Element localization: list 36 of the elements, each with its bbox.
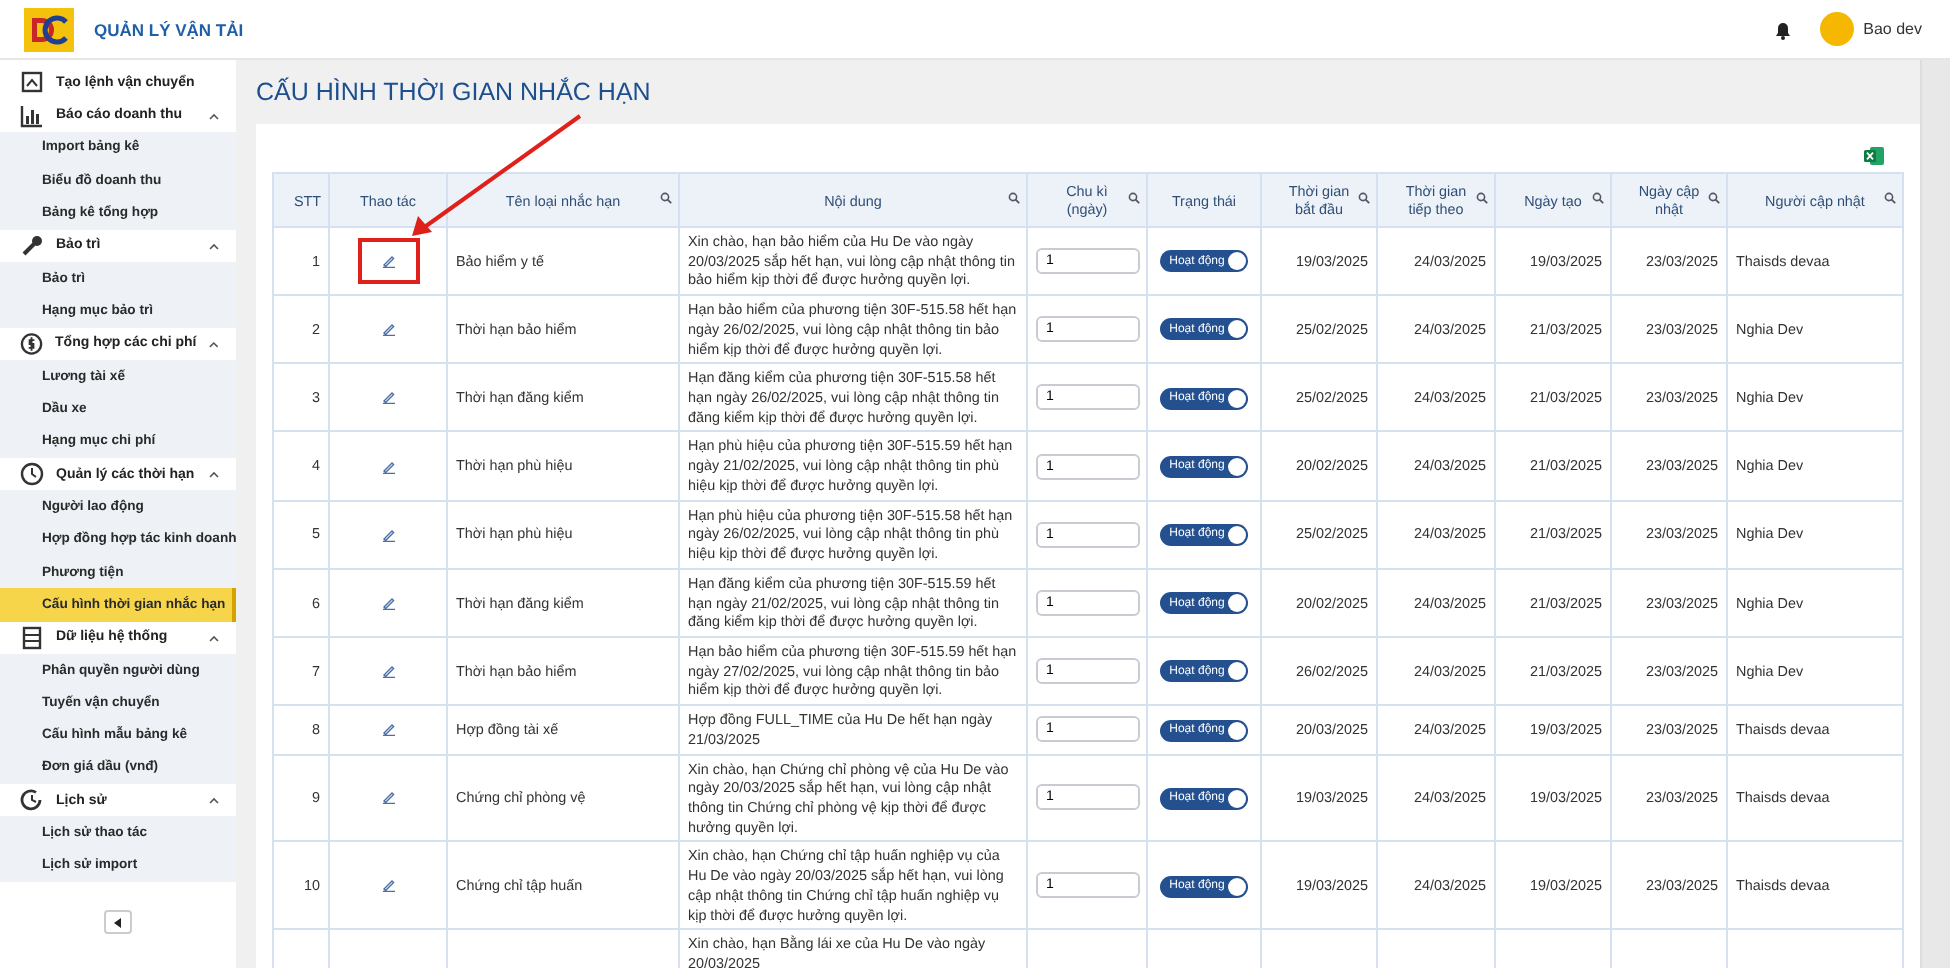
search-icon[interactable] xyxy=(1358,192,1370,204)
app-title: QUẢN LÝ VẬN TẢI xyxy=(94,19,244,39)
caret-icon xyxy=(114,917,122,928)
excel-icon[interactable] xyxy=(1864,146,1884,166)
pencil-icon xyxy=(381,527,395,542)
user-name: Bao dev xyxy=(1863,20,1922,38)
scrollbar[interactable] xyxy=(1920,60,1950,968)
pencil-icon xyxy=(381,722,395,737)
menu-icon xyxy=(20,788,44,813)
menu-icon xyxy=(20,103,44,128)
menu-icon xyxy=(20,233,44,258)
pencil-icon xyxy=(381,878,395,893)
pencil-icon xyxy=(381,390,395,405)
page-title: CẤU HÌNH THỜI GIAN NHẮC HẠN xyxy=(256,78,653,106)
menu-icon xyxy=(20,70,44,95)
pencil-icon xyxy=(381,254,395,269)
menu-icon xyxy=(20,331,44,356)
search-icon[interactable] xyxy=(1884,192,1896,204)
menu-icon xyxy=(20,462,44,487)
collapse-button[interactable] xyxy=(104,910,132,935)
edit-button[interactable] xyxy=(357,238,419,285)
pencil-icon xyxy=(381,664,395,679)
search-icon[interactable] xyxy=(1128,192,1140,204)
pencil-icon xyxy=(381,459,395,474)
bell-icon[interactable] xyxy=(1773,19,1792,39)
pencil-icon xyxy=(381,322,395,337)
search-icon[interactable] xyxy=(1476,192,1488,204)
pencil-icon xyxy=(381,790,395,805)
menu-icon xyxy=(20,625,44,650)
logo-icon xyxy=(24,7,74,51)
pencil-icon xyxy=(381,595,395,610)
search-icon[interactable] xyxy=(1008,192,1020,204)
table-cell xyxy=(273,929,329,968)
search-icon[interactable] xyxy=(1592,192,1604,204)
search-icon[interactable] xyxy=(660,192,672,204)
search-icon[interactable] xyxy=(1708,192,1720,204)
